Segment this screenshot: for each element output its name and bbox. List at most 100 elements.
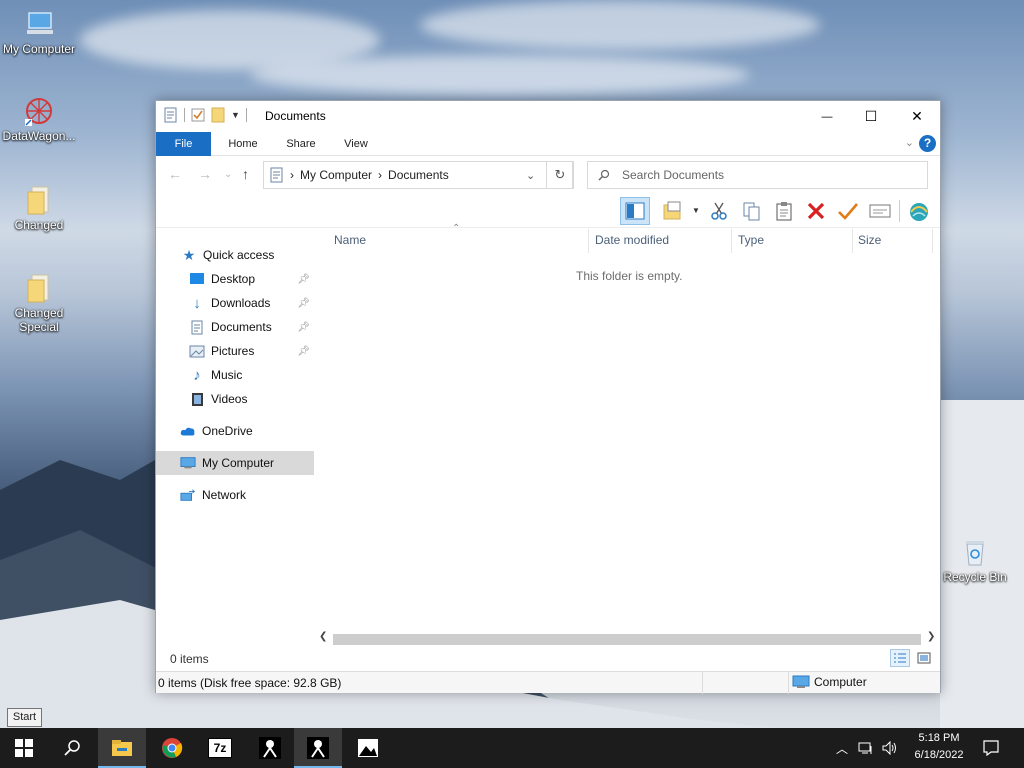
column-separator[interactable] — [932, 229, 933, 253]
sidebar-item-network[interactable]: Network — [156, 483, 314, 507]
shell-button[interactable] — [904, 197, 934, 225]
column-name[interactable]: Name — [334, 233, 366, 247]
large-icons-view-button[interactable] — [914, 649, 934, 667]
sidebar-item-quick-access[interactable]: ★ Quick access — [156, 243, 314, 267]
desktop-icon-my-computer[interactable]: My Computer — [0, 8, 78, 56]
address-dropdown-icon[interactable]: ⌄ — [526, 169, 535, 182]
system-clock[interactable]: 5:18 PM 6/18/2022 — [906, 730, 972, 764]
computer-icon — [180, 455, 196, 471]
taskbar-photos[interactable] — [344, 728, 392, 768]
paste-button[interactable] — [769, 197, 799, 225]
scroll-left-icon[interactable]: ❮ — [319, 631, 327, 642]
delete-button[interactable] — [801, 197, 831, 225]
details-view-button[interactable] — [890, 649, 910, 667]
network-status-icon[interactable] — [858, 741, 874, 755]
up-arrow-icon[interactable]: ↑ — [242, 166, 249, 182]
breadcrumb-chevron-icon[interactable]: › — [290, 168, 294, 182]
folder-file-icon — [27, 274, 49, 303]
sidebar-item-label: Downloads — [211, 296, 271, 310]
horizontal-scrollbar[interactable]: ❮ ❯ — [317, 631, 941, 647]
search-button[interactable] — [48, 728, 96, 768]
volume-icon[interactable] — [882, 741, 898, 755]
clock-date: 6/18/2022 — [914, 749, 964, 761]
desktop-icon-changed-special[interactable]: Changed Special — [0, 272, 78, 334]
tab-file[interactable]: File — [156, 132, 211, 156]
properties-icon[interactable] — [164, 107, 178, 123]
scrollbar-thumb[interactable] — [333, 634, 921, 645]
taskbar-chrome[interactable] — [148, 728, 196, 768]
search-input[interactable]: Search Documents — [587, 161, 928, 189]
copy-button[interactable] — [737, 197, 767, 225]
computer-icon — [27, 12, 53, 34]
preview-pane-button[interactable] — [620, 197, 650, 225]
desktop-icon-datawagon[interactable]: DataWagon... — [0, 95, 78, 143]
sidebar-item-label: Pictures — [211, 344, 255, 358]
pin-icon[interactable]: 📌︎ — [297, 322, 310, 333]
sidebar-item-documents[interactable]: Documents 📌︎ — [156, 315, 314, 339]
desktop-icon-recycle-bin[interactable]: Recycle Bin — [936, 536, 1014, 584]
tab-share[interactable]: Share — [276, 132, 326, 156]
address-bar[interactable]: › My Computer › Documents ⌄ — [263, 161, 573, 189]
sidebar-item-music[interactable]: ♪ Music — [156, 363, 314, 387]
column-separator[interactable] — [588, 229, 589, 253]
new-item-button[interactable] — [658, 197, 688, 225]
column-date-modified[interactable]: Date modified — [595, 233, 669, 247]
show-hidden-icons-chevron-icon[interactable]: ︿ — [836, 740, 848, 757]
new-folder-icon[interactable] — [211, 107, 225, 123]
sidebar-item-label: Network — [202, 488, 247, 502]
pin-icon[interactable]: 📌︎ — [297, 298, 310, 309]
properties-button[interactable] — [865, 197, 895, 225]
column-separator[interactable] — [852, 229, 853, 253]
breadcrumb-chevron-icon[interactable]: › — [378, 168, 382, 182]
tab-home[interactable]: Home — [218, 132, 268, 156]
desktop-icon-changed[interactable]: Changed — [0, 184, 78, 232]
expand-ribbon-chevron-icon[interactable]: ⌄ — [905, 136, 914, 149]
delete-x-icon — [807, 202, 825, 220]
breadcrumb-my-computer[interactable]: My Computer — [300, 168, 372, 182]
sidebar-item-downloads[interactable]: ↓ Downloads 📌︎ — [156, 291, 314, 315]
customize-dropdown-icon[interactable]: ▼ — [231, 110, 240, 120]
new-item-dropdown-icon[interactable]: ▼ — [692, 206, 700, 215]
tab-view[interactable]: View — [332, 132, 380, 156]
action-center-button[interactable] — [968, 728, 1014, 768]
minimize-button[interactable]: — — [804, 101, 850, 132]
pin-icon[interactable]: 📌︎ — [297, 346, 310, 357]
column-type[interactable]: Type — [738, 233, 764, 247]
column-separator[interactable] — [731, 229, 732, 253]
refresh-button[interactable]: ↻ — [546, 161, 574, 189]
column-size[interactable]: Size — [858, 233, 881, 247]
help-icon[interactable]: ? — [919, 135, 936, 152]
sidebar-item-my-computer[interactable]: My Computer — [156, 451, 314, 475]
taskbar-app-2[interactable] — [294, 728, 342, 768]
file-explorer-window: ▼ Documents — ☐ ✕ File Home Share View ⌄… — [155, 100, 941, 694]
taskbar-file-explorer[interactable] — [98, 728, 146, 768]
maximize-button[interactable]: ☐ — [848, 101, 894, 132]
preview-pane-icon — [625, 202, 645, 220]
quick-access-toolbar: ▼ — [164, 107, 247, 123]
back-arrow-icon[interactable]: ← — [168, 166, 182, 182]
start-button[interactable] — [0, 728, 48, 768]
empty-folder-message: This folder is empty. — [576, 269, 683, 283]
cloud — [250, 55, 750, 95]
sidebar-item-videos[interactable]: Videos — [156, 387, 314, 411]
sidebar-item-pictures[interactable]: Pictures 📌︎ — [156, 339, 314, 363]
location-zone: Computer — [792, 675, 867, 689]
pin-icon[interactable]: 📌︎ — [297, 274, 310, 285]
taskbar-7zip[interactable]: 7z — [196, 728, 244, 768]
cut-button[interactable] — [704, 197, 734, 225]
star-icon: ★ — [182, 246, 196, 263]
rename-button[interactable] — [833, 197, 863, 225]
seven-zip-label: 7z — [213, 741, 227, 755]
recycle-bin-icon — [966, 541, 984, 566]
forward-arrow-icon[interactable]: → — [198, 166, 212, 182]
checkmark-icon[interactable] — [191, 108, 205, 122]
toolbar-separator — [184, 108, 185, 122]
status-bar: 0 items — [156, 649, 940, 669]
sidebar-item-onedrive[interactable]: OneDrive — [156, 419, 314, 443]
close-button[interactable]: ✕ — [894, 101, 940, 132]
scroll-right-icon[interactable]: ❯ — [927, 631, 935, 642]
sidebar-item-desktop[interactable]: Desktop 📌︎ — [156, 267, 314, 291]
recent-locations-chevron-icon[interactable]: ⌄ — [224, 169, 232, 180]
taskbar-app-1[interactable] — [246, 728, 294, 768]
breadcrumb-documents[interactable]: Documents — [388, 168, 449, 182]
